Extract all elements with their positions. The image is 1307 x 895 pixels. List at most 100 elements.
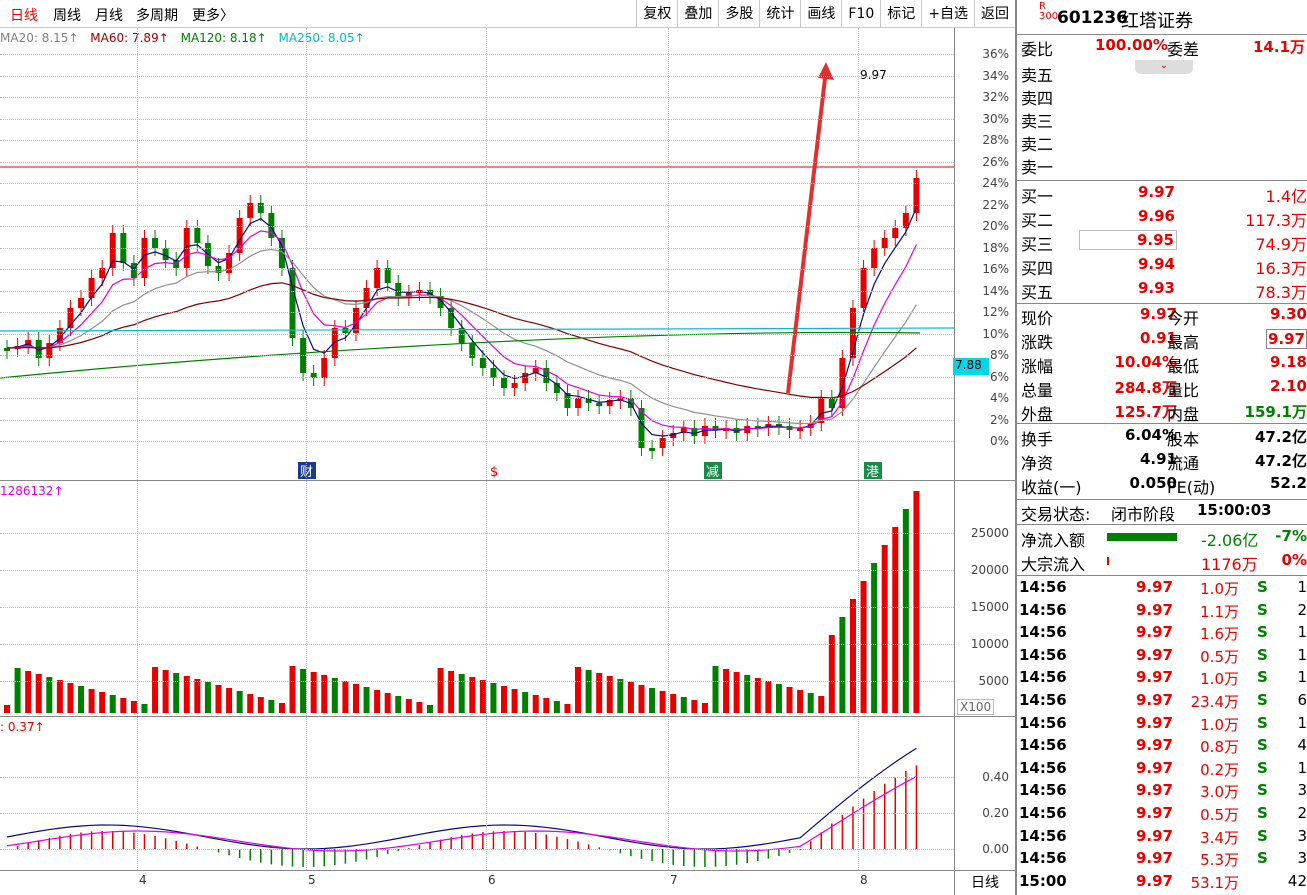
fund-label-left: 换手 bbox=[1021, 430, 1054, 449]
order-ratio-row: 委比 100.00% 委差 14.1万 bbox=[1017, 36, 1307, 59]
volume-bar bbox=[733, 672, 740, 713]
volume-axis-label: 10000 bbox=[970, 637, 1009, 651]
candle-body bbox=[194, 228, 201, 243]
tab-monthly[interactable]: 月线 bbox=[95, 5, 123, 25]
stats-label-right: 内盘 bbox=[1167, 405, 1200, 424]
draw-line-button[interactable]: 画线 bbox=[800, 0, 841, 28]
stats-label-right: 今开 bbox=[1167, 309, 1200, 328]
volume-bar bbox=[765, 681, 772, 713]
month-divider bbox=[668, 481, 669, 716]
volume-bar bbox=[849, 599, 856, 713]
buy-level-row[interactable]: 买一 9.97 1.4亿 bbox=[1017, 183, 1307, 206]
tick-row: 14:56 9.97 1.6万 S 1 bbox=[1017, 623, 1307, 645]
stats-value-right: 2.10 bbox=[1269, 377, 1307, 395]
fund-value-left: 0.050 bbox=[1129, 474, 1177, 492]
stats-value-left: 284.8万 bbox=[1114, 379, 1177, 397]
tab-weekly[interactable]: 周线 bbox=[53, 5, 81, 25]
chart-area: MA20: 8.15↑ MA60: 7.89↑ MA120: 8.18↑ MA2… bbox=[0, 28, 1015, 895]
event-mark[interactable]: 港 bbox=[866, 465, 879, 480]
fund-value-right: 47.2亿 bbox=[1254, 428, 1307, 446]
back-button[interactable]: 返回 bbox=[974, 0, 1015, 28]
tab-more[interactable]: 更多〉 bbox=[192, 5, 234, 25]
price-axis-label: 14% bbox=[982, 283, 1009, 298]
stock-code: 601236 bbox=[1057, 8, 1128, 28]
price-axis-label: 28% bbox=[982, 133, 1009, 147]
period-bar: 日线 周线 月线 多周期 更多〉 复权 叠加 多股 统计 画线 F10 标记 +… bbox=[0, 0, 1015, 28]
macd-pane[interactable]: : 0.37↑ bbox=[0, 716, 954, 870]
month-divider bbox=[858, 717, 859, 870]
buy-level-label: 买二 bbox=[1021, 211, 1054, 230]
candle-body bbox=[78, 298, 85, 308]
block-pct: 0% bbox=[1281, 551, 1307, 569]
event-mark[interactable]: $ bbox=[490, 465, 498, 480]
buy-level-row[interactable]: 买三 9.95 74.9万 bbox=[1017, 230, 1307, 254]
volume-bar bbox=[828, 635, 835, 713]
netflow-pct: -7% bbox=[1275, 527, 1307, 545]
buy-level-row[interactable]: 买四 9.94 16.3万 bbox=[1017, 255, 1307, 278]
stats-value-right: 9.18 bbox=[1269, 353, 1307, 371]
restore-rights-button[interactable]: 复权 bbox=[636, 0, 677, 28]
ratio-label: 委比 bbox=[1021, 40, 1054, 59]
kline-window: 日线 周线 月线 多周期 更多〉 复权 叠加 多股 统计 画线 F10 标记 +… bbox=[0, 0, 1307, 895]
tab-multi-period[interactable]: 多周期 bbox=[136, 5, 178, 25]
price-gridline bbox=[0, 441, 954, 442]
volume-bar bbox=[78, 686, 85, 713]
volume-bar bbox=[511, 689, 518, 713]
block-label: 大宗流入 bbox=[1021, 555, 1086, 574]
sell-level-row[interactable]: 卖三 bbox=[1017, 108, 1307, 131]
volume-bar bbox=[310, 672, 317, 713]
macd-axis: 0.40 0.20 0.00 bbox=[954, 716, 1015, 870]
candle-body bbox=[321, 358, 328, 378]
tick-time: 14:56 bbox=[1019, 645, 1067, 664]
volume-axis-label: 25000 bbox=[970, 526, 1009, 540]
mark-button[interactable]: 标记 bbox=[880, 0, 921, 28]
statistics-button[interactable]: 统计 bbox=[759, 0, 800, 28]
tick-volume: 1.0万 bbox=[1200, 715, 1239, 734]
tick-side: S bbox=[1257, 713, 1268, 732]
volume-bar bbox=[691, 700, 698, 713]
sell-level-row[interactable]: 卖二 bbox=[1017, 131, 1307, 154]
volume-bar bbox=[575, 667, 582, 713]
tick-volume: 5.3万 bbox=[1200, 851, 1239, 870]
sell-level-row[interactable]: 卖一 bbox=[1017, 154, 1307, 177]
volume-gridline bbox=[0, 533, 954, 534]
tick-side: S bbox=[1257, 736, 1268, 755]
volume-bar bbox=[458, 674, 465, 713]
sell-level-row[interactable]: 卖五 bbox=[1017, 62, 1307, 85]
tick-side: S bbox=[1257, 826, 1268, 845]
event-mark[interactable]: 减 bbox=[706, 465, 719, 480]
tick-side: S bbox=[1257, 691, 1268, 709]
price-gridline bbox=[0, 312, 954, 313]
price-gridline bbox=[0, 419, 954, 421]
add-watchlist-button[interactable]: +自选 bbox=[921, 0, 974, 28]
tab-daily[interactable]: 日线 bbox=[10, 5, 38, 25]
sell-level-label: 卖一 bbox=[1021, 158, 1054, 177]
price-pane[interactable]: MA20: 8.15↑ MA60: 7.89↑ MA120: 8.18↑ MA2… bbox=[0, 28, 954, 480]
volume-bar bbox=[426, 705, 433, 713]
volume-pane[interactable]: 1286132↑ bbox=[0, 480, 954, 716]
volume-bar bbox=[532, 695, 539, 713]
tick-side: S bbox=[1257, 668, 1268, 687]
multi-stock-button[interactable]: 多股 bbox=[718, 0, 759, 28]
buy-level-row[interactable]: 买二 9.96 117.3万 bbox=[1017, 207, 1307, 230]
netflow-label: 净流入额 bbox=[1021, 531, 1086, 550]
overlay-button[interactable]: 叠加 bbox=[677, 0, 718, 28]
price-axis-label: 0% bbox=[989, 434, 1009, 448]
tick-count: 42 bbox=[1287, 871, 1307, 890]
sell-level-row[interactable]: 卖四 bbox=[1017, 85, 1307, 108]
stats-value-left: 0.91 bbox=[1139, 329, 1177, 347]
tick-price: 9.97 bbox=[1135, 758, 1173, 777]
f10-button[interactable]: F10 bbox=[841, 0, 880, 28]
price-gridline bbox=[0, 376, 954, 378]
tick-row: 14:56 9.97 3.4万 S 3 bbox=[1017, 827, 1307, 849]
volume-bar bbox=[479, 680, 486, 713]
volume-gridline bbox=[0, 644, 954, 645]
sell-level-label: 卖三 bbox=[1021, 112, 1054, 131]
price-axis-label: 2% bbox=[989, 412, 1009, 427]
volume-bar bbox=[723, 669, 730, 713]
stats-value-left: 125.7万 bbox=[1114, 403, 1177, 421]
tick-time: 14:56 bbox=[1019, 849, 1067, 868]
month-label: 8 bbox=[860, 873, 868, 887]
buy-level-row[interactable]: 买五 9.93 78.3万 bbox=[1017, 279, 1307, 302]
tick-price: 9.97 bbox=[1135, 713, 1173, 732]
